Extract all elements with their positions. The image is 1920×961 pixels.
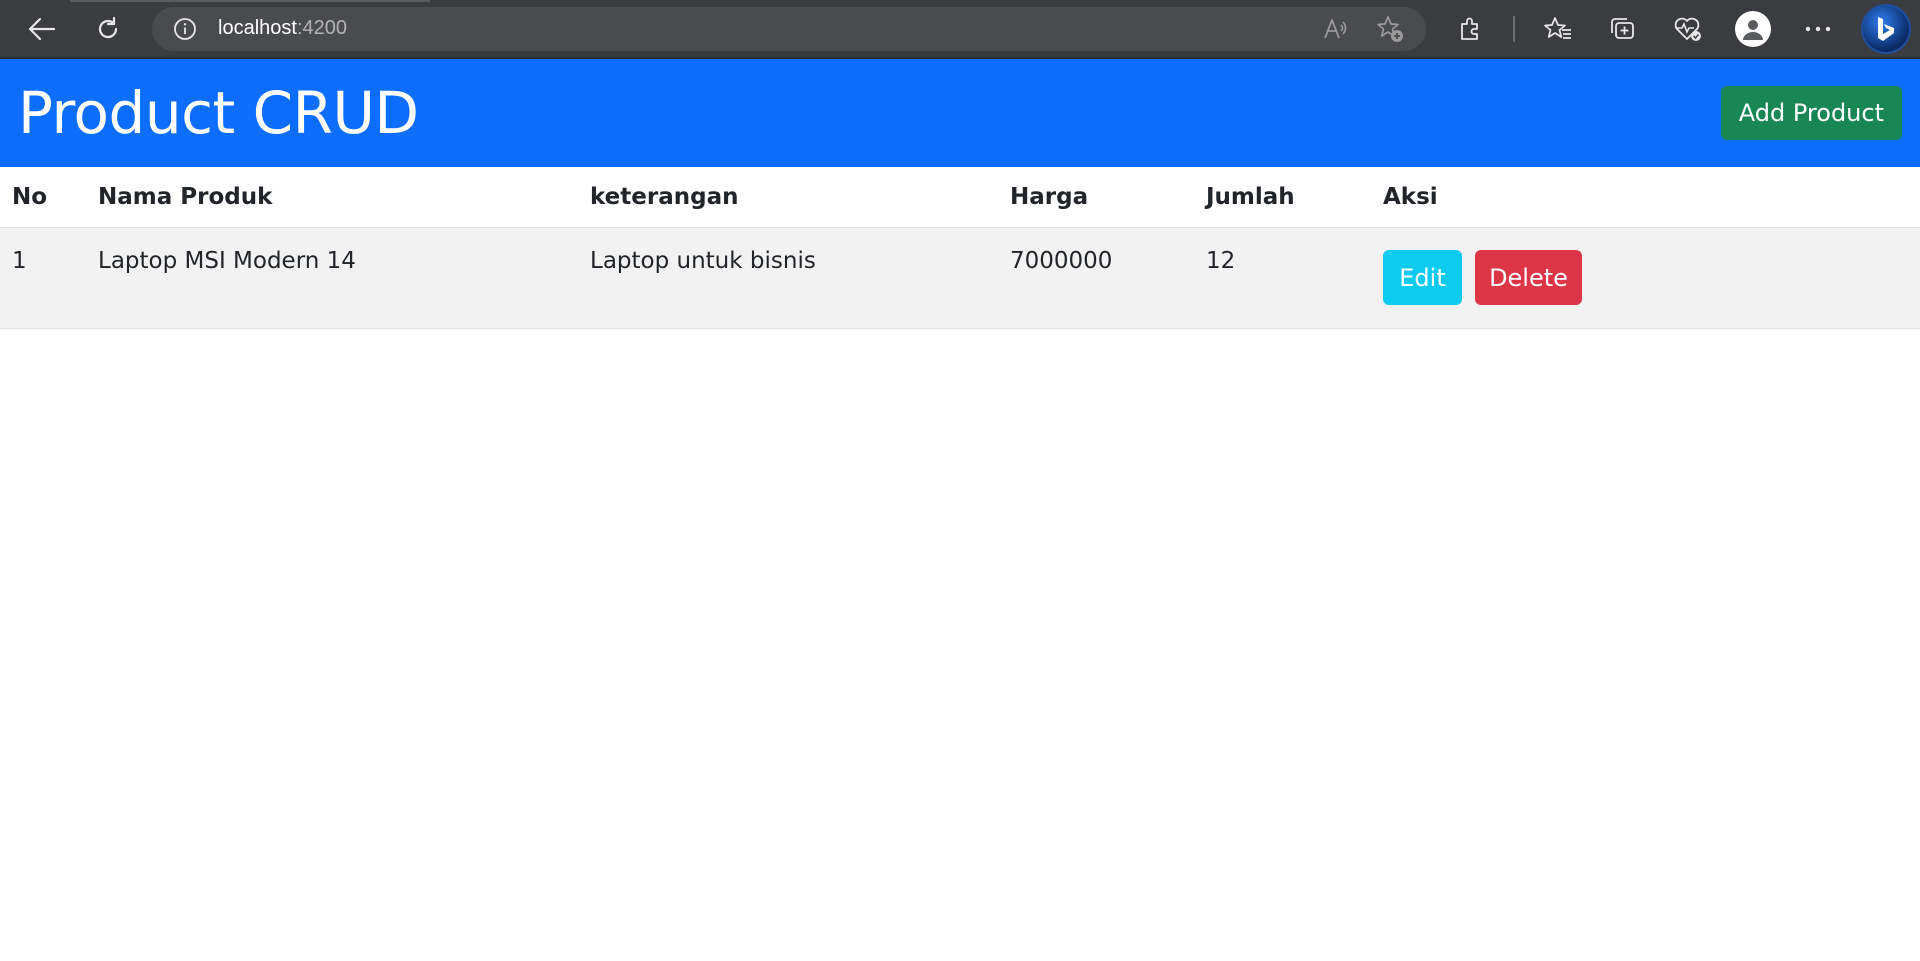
extensions-icon[interactable]: [1448, 7, 1492, 51]
column-header-aksi: Aksi: [1371, 167, 1920, 228]
profile-icon[interactable]: [1731, 7, 1775, 51]
cell-aksi: Edit Delete: [1371, 227, 1920, 329]
url-port: :4200: [296, 17, 347, 39]
table-row: 1 Laptop MSI Modern 14 Laptop untuk bisn…: [0, 227, 1920, 329]
cell-harga: 7000000: [998, 227, 1194, 329]
app-navbar: Product CRUD Add Product: [0, 59, 1920, 167]
cell-keterangan: Laptop untuk bisnis: [578, 227, 998, 329]
product-table: No Nama Produk keterangan Harga Jumlah A…: [0, 167, 1920, 329]
heart-pulse-icon[interactable]: [1666, 7, 1710, 51]
add-product-button[interactable]: Add Product: [1720, 86, 1902, 140]
avatar[interactable]: [1735, 10, 1771, 47]
favorites-icon[interactable]: [1536, 7, 1580, 51]
address-bar[interactable]: localhost:4200: [152, 6, 1426, 51]
more-dots-icon[interactable]: [1796, 7, 1840, 51]
edit-button[interactable]: Edit: [1383, 250, 1462, 305]
bing-icon[interactable]: [1861, 3, 1911, 54]
url-text[interactable]: localhost:4200: [218, 17, 1302, 40]
column-header-no: No: [0, 167, 86, 228]
cell-jumlah: 12: [1194, 227, 1371, 329]
add-favorite-icon[interactable]: [1370, 9, 1410, 49]
info-icon[interactable]: [172, 16, 198, 42]
reload-icon[interactable]: [88, 9, 128, 49]
cell-nama-produk: Laptop MSI Modern 14: [86, 227, 578, 329]
collections-icon[interactable]: [1601, 7, 1645, 51]
url-host: localhost: [218, 17, 297, 39]
column-header-keterangan: keterangan: [578, 167, 998, 228]
browser-toolbar: localhost:4200: [0, 0, 1920, 59]
column-header-harga: Harga: [998, 167, 1194, 228]
column-header-nama-produk: Nama Produk: [86, 167, 578, 228]
column-header-jumlah: Jumlah: [1194, 167, 1371, 228]
cell-no: 1: [0, 227, 86, 329]
delete-button[interactable]: Delete: [1475, 250, 1582, 305]
table-header-row: No Nama Produk keterangan Harga Jumlah A…: [0, 167, 1920, 228]
back-arrow-icon[interactable]: [22, 9, 62, 49]
toolbar-divider: [1513, 15, 1515, 42]
read-aloud-icon[interactable]: [1316, 9, 1356, 49]
page-title: Product CRUD: [18, 79, 419, 147]
